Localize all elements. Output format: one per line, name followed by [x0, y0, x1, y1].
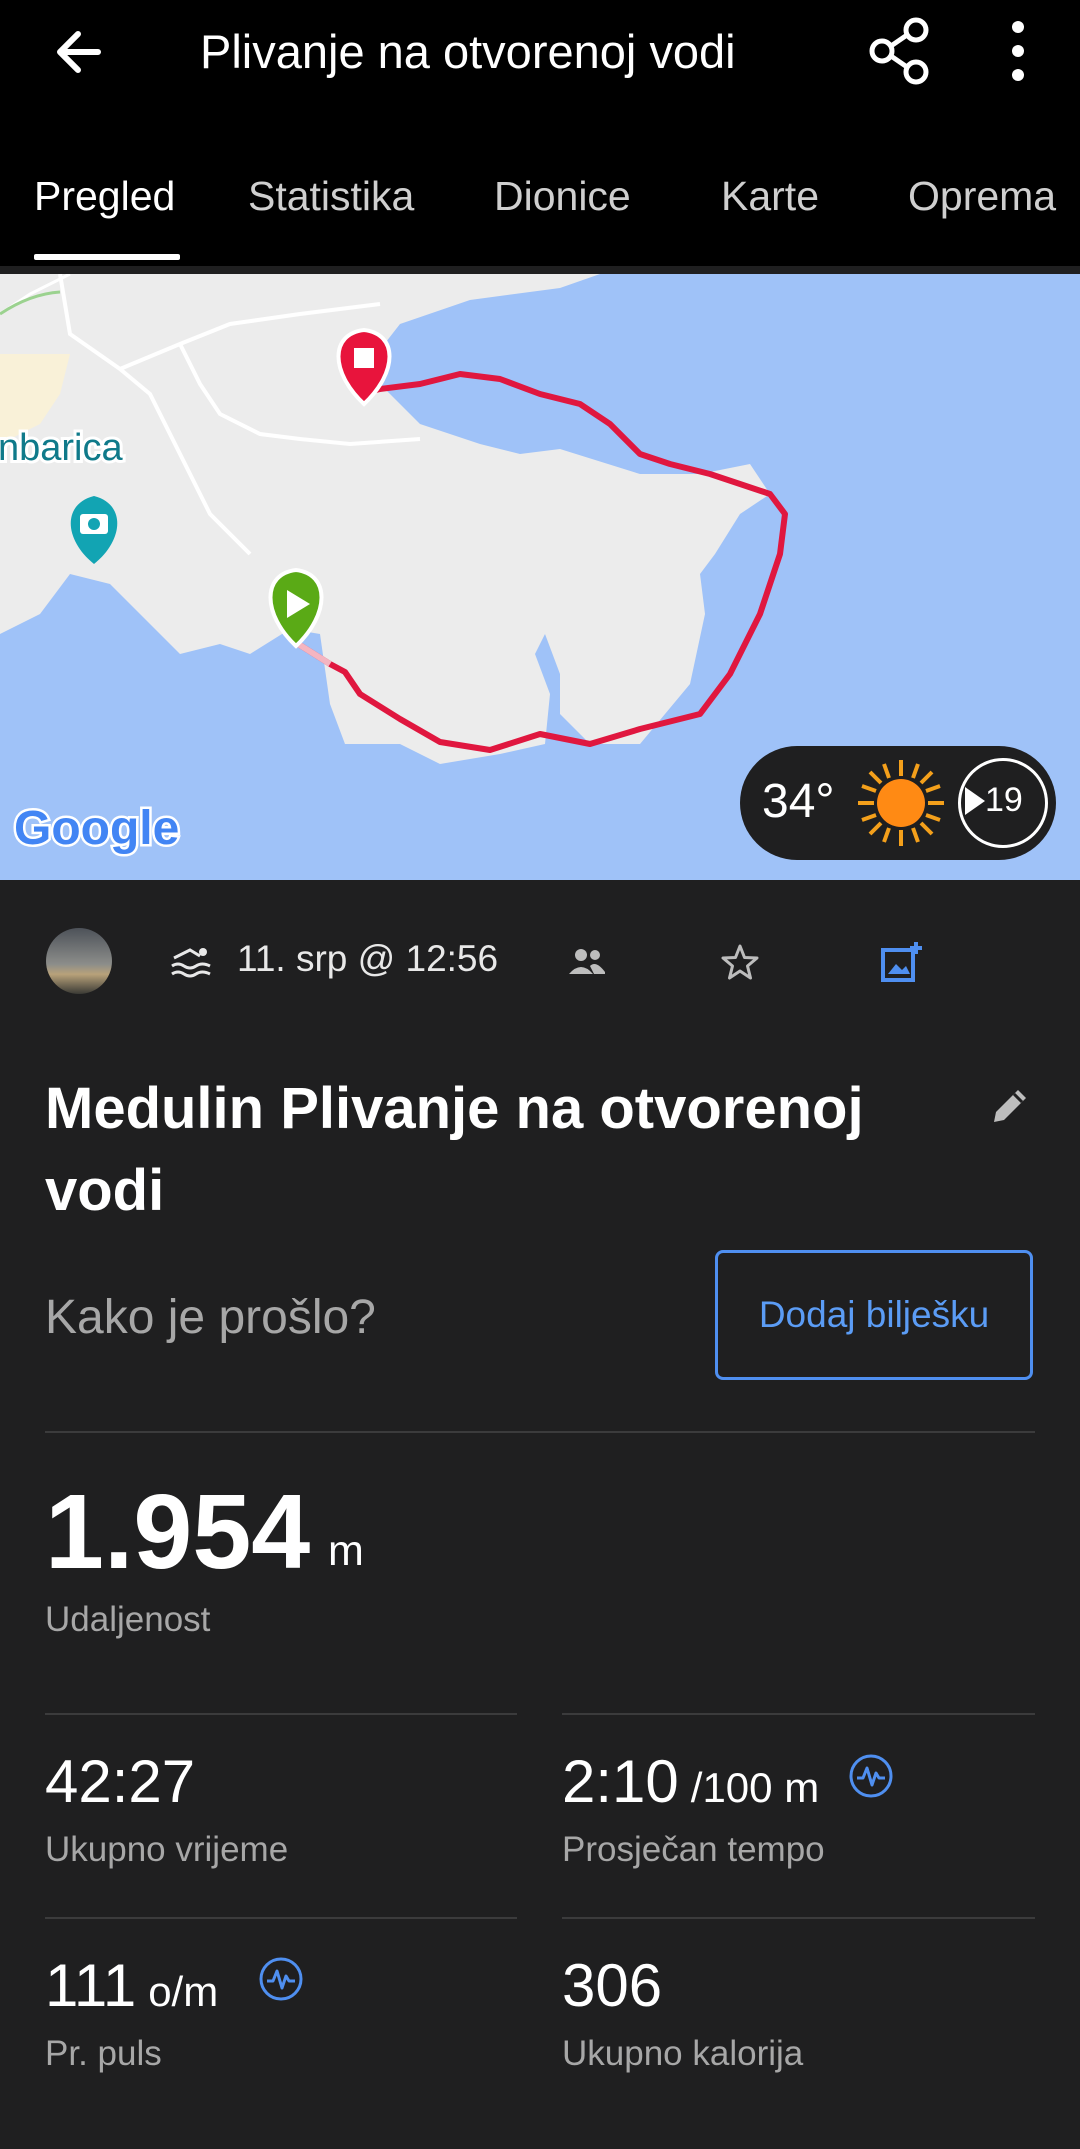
active-tab-indicator [34, 254, 180, 260]
tab-bar: Pregled Statistika Dionice Karte Oprema [0, 103, 1080, 266]
divider [45, 1713, 517, 1715]
avg-hr-label: Pr. puls [45, 2034, 162, 2073]
weather-badge[interactable]: 34° 19 [740, 746, 1056, 860]
google-logo: Google [14, 802, 179, 855]
total-time-value: 42:27 [45, 1748, 196, 1815]
distance-unit: m [328, 1527, 364, 1575]
wind-direction-icon [965, 787, 985, 815]
avg-hr-unit: o/m [148, 1968, 219, 2015]
add-note-button[interactable]: Dodaj bilješku [715, 1250, 1033, 1380]
swim-icon [171, 948, 211, 978]
distance-label: Udaljenost [45, 1600, 211, 1639]
first-beat-icon[interactable] [848, 1753, 894, 1799]
place-label: nbarica [0, 427, 123, 469]
more-vert-icon[interactable] [1000, 18, 1036, 84]
avg-pace-label: Prosječan tempo [562, 1830, 825, 1869]
sun-icon [858, 760, 944, 846]
avg-pace-unit: /100 m [690, 1764, 820, 1811]
tab-statistics[interactable]: Statistika [248, 173, 414, 220]
avg-hr: 111 o/m [45, 1950, 218, 2028]
tab-splits[interactable]: Dionice [494, 173, 631, 220]
add-photo-icon[interactable] [880, 940, 924, 984]
star-icon[interactable] [720, 942, 760, 982]
avg-pace-value: 2:10 [562, 1748, 679, 1815]
tab-gear[interactable]: Oprema [908, 173, 1056, 220]
activity-meta: 11. srp @ 12:56 [0, 920, 1080, 1004]
page-title: Plivanje na otvorenoj vodi [200, 25, 736, 78]
first-beat-icon[interactable] [258, 1956, 304, 2002]
divider [45, 1917, 517, 1919]
app-bar: Plivanje na otvorenoj vodi [0, 0, 1080, 103]
wind-speed: 19 [985, 781, 1023, 819]
avg-hr-value: 111 [45, 1952, 137, 2019]
tab-maps[interactable]: Karte [721, 173, 819, 220]
activity-date: 11. srp @ 12:56 [237, 938, 499, 979]
wind-indicator: 19 [958, 758, 1048, 848]
note-prompt: Kako je prošlo? [45, 1291, 376, 1344]
tab-overview[interactable]: Pregled [34, 173, 175, 220]
share-icon[interactable] [868, 16, 932, 86]
calories-label: Ukupno kalorija [562, 2034, 804, 2073]
divider [562, 1917, 1035, 1919]
divider [45, 1431, 1035, 1433]
avg-pace: 2:10/100 m [562, 1746, 819, 1824]
distance-value: 1.954 [45, 1473, 311, 1591]
calories-value: 306 [562, 1952, 663, 2019]
activity-title: Medulin Plivanje na otvorenoj vodi [45, 1076, 864, 1223]
temperature: 34° [762, 775, 835, 828]
people-icon[interactable] [568, 946, 606, 976]
avatar[interactable] [46, 928, 112, 994]
divider [562, 1713, 1035, 1715]
arrow-left-icon[interactable] [48, 20, 112, 84]
total-time-label: Ukupno vrijeme [45, 1830, 289, 1869]
edit-pencil-icon[interactable] [990, 1086, 1030, 1126]
